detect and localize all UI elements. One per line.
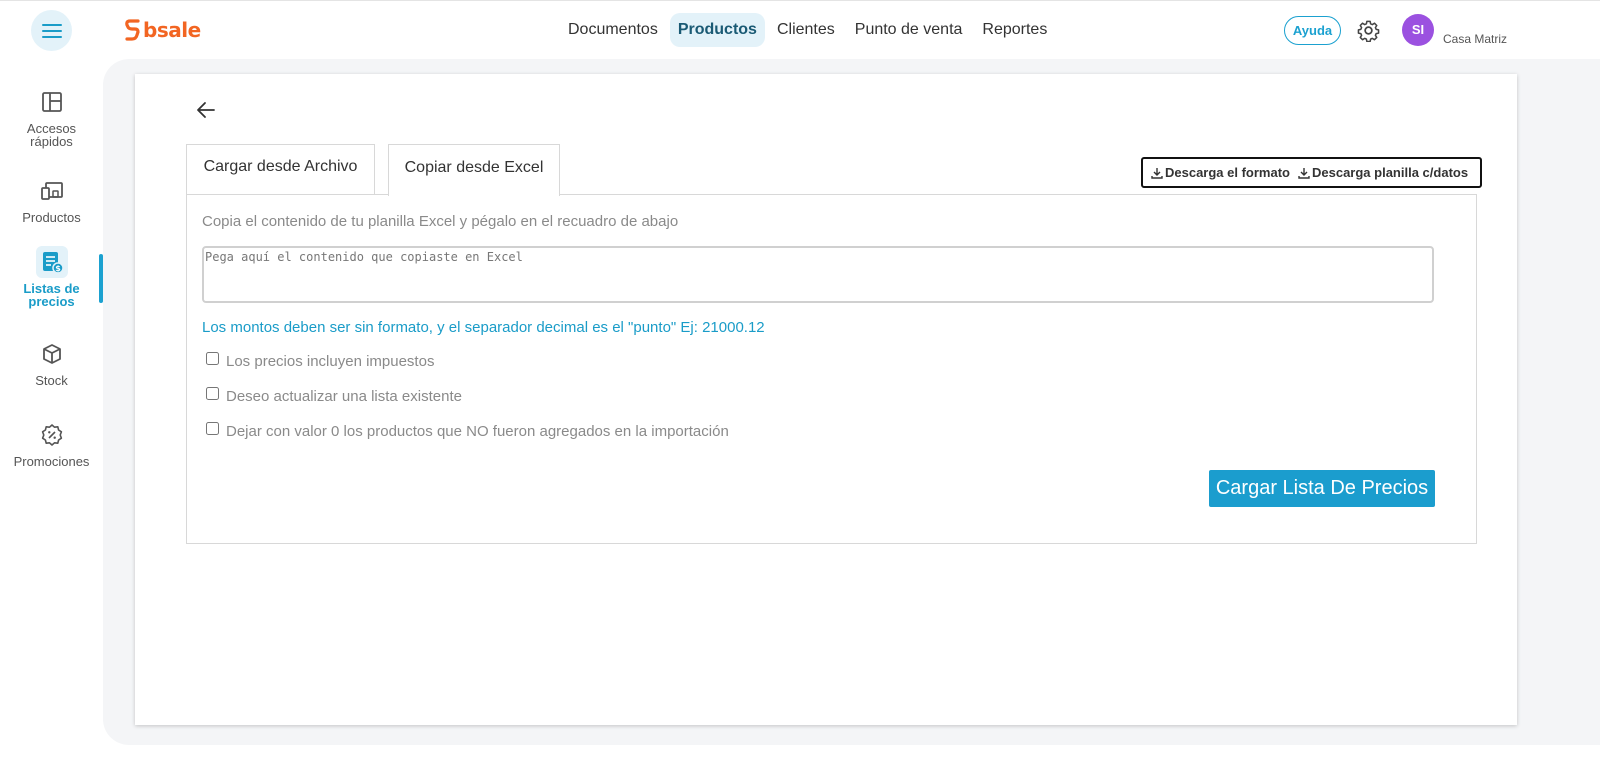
hamburger-icon <box>41 23 62 38</box>
checkbox-row-update-list[interactable]: Deseo actualizar una lista existente <box>206 387 462 405</box>
back-arrow-icon[interactable] <box>195 99 217 121</box>
bsale-logo[interactable]: bsale <box>125 18 201 42</box>
taxes-included-checkbox[interactable] <box>206 352 219 365</box>
discount-icon <box>41 424 62 446</box>
zero-value-checkbox[interactable] <box>206 422 219 435</box>
box-icon <box>42 344 61 364</box>
checkbox-label: Deseo actualizar una lista existente <box>226 388 462 405</box>
hamburger-menu-button[interactable] <box>31 10 72 51</box>
download-links: Descarga el formato Descarga planilla c/… <box>1141 157 1482 188</box>
nav-productos[interactable]: Productos <box>669 13 765 47</box>
sidebar-item-label: Promociones <box>13 454 90 469</box>
sidebar-item-productos[interactable]: Productos <box>0 175 103 224</box>
sidebar-item-stock[interactable]: Stock <box>0 338 103 387</box>
sidebar-item-listas-de-precios[interactable]: $ Listas de precios <box>0 246 103 308</box>
checkbox-row-zero-value[interactable]: Dejar con valor 0 los productos que NO f… <box>206 422 729 440</box>
help-button[interactable]: Ayuda <box>1284 16 1341 45</box>
nav-documentos[interactable]: Documentos <box>560 13 666 47</box>
top-bar: bsale Documentos Productos Clientes Punt… <box>0 0 1600 58</box>
download-format-label: Descarga el formato <box>1165 165 1290 180</box>
tab-copiar-desde-excel[interactable]: Copiar desde Excel <box>388 144 560 196</box>
devices-icon <box>40 182 63 200</box>
update-existing-list-checkbox[interactable] <box>206 387 219 400</box>
sidebar-item-promociones[interactable]: Promociones <box>0 419 103 468</box>
sidebar: Accesos rápidos Productos $ Listas de pr… <box>0 58 103 760</box>
tab-cargar-desde-archivo[interactable]: Cargar desde Archivo <box>186 144 375 195</box>
main-nav: Documentos Productos Clientes Punto de v… <box>560 13 1055 47</box>
svg-text:$: $ <box>55 264 61 273</box>
download-with-data-label: Descarga planilla c/datos <box>1312 165 1469 180</box>
price-list-icon: $ <box>42 252 64 274</box>
sidebar-item-label: precios <box>28 294 75 309</box>
checkbox-row-taxes[interactable]: Los precios incluyen impuestos <box>206 352 435 370</box>
download-icon <box>1151 167 1163 179</box>
sidebar-item-label: Stock <box>35 373 68 388</box>
download-icon <box>1298 167 1310 179</box>
checkbox-label: Dejar con valor 0 los productos que NO f… <box>226 423 729 440</box>
nav-clientes[interactable]: Clientes <box>769 13 843 47</box>
download-format-link[interactable]: Descarga el formato <box>1151 165 1290 180</box>
paste-textarea[interactable] <box>202 246 1434 303</box>
checkbox-label: Los precios incluyen impuestos <box>226 353 435 370</box>
layout-icon <box>41 92 62 112</box>
load-price-list-button[interactable]: Cargar Lista De Precios <box>1209 470 1435 507</box>
download-with-data-link[interactable]: Descarga planilla c/datos <box>1298 165 1468 180</box>
nav-punto-de-venta[interactable]: Punto de venta <box>847 13 971 47</box>
sidebar-item-label: rápidos <box>30 134 73 149</box>
sidebar-item-label: Productos <box>22 210 81 225</box>
branch-label[interactable]: Casa Matriz <box>1443 32 1507 46</box>
instruction-text: Copia el contenido de tu planilla Excel … <box>202 213 679 230</box>
amount-format-note: Los montos deben ser sin formato, y el s… <box>202 319 765 336</box>
nav-reportes[interactable]: Reportes <box>974 13 1055 47</box>
bsale-logo-icon <box>125 19 140 41</box>
avatar[interactable]: SI <box>1402 14 1434 46</box>
gear-icon[interactable] <box>1357 19 1380 42</box>
logo-text: bsale <box>143 18 201 42</box>
sidebar-item-accesos-rapidos[interactable]: Accesos rápidos <box>0 86 103 148</box>
